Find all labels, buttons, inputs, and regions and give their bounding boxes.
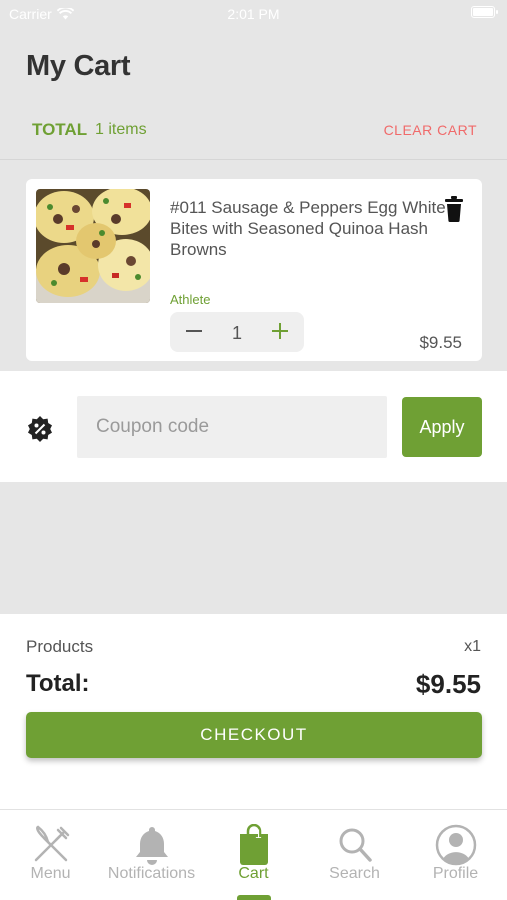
increase-quantity-button[interactable] [270, 321, 290, 341]
total-label: TOTAL [32, 120, 88, 139]
cart-total-row: TOTAL 1 items CLEAR CART [0, 116, 507, 144]
tab-bar: Menu Notifications 1 Cart Search Profile [0, 809, 507, 900]
checkout-button[interactable]: CHECKOUT [26, 712, 482, 758]
cart-badge-count: 1 [255, 827, 262, 841]
user-avatar-icon [435, 824, 477, 866]
meal-plan-label: Athlete [170, 292, 211, 307]
status-time: 2:01 PM [227, 6, 280, 22]
tab-search[interactable]: Search [304, 810, 405, 900]
egg-bites-photo [36, 189, 150, 303]
coupon-code-input[interactable] [77, 396, 387, 458]
shopping-bag-icon [233, 823, 275, 866]
tab-notifications-label: Notifications [107, 865, 196, 882]
trash-icon[interactable] [443, 196, 465, 222]
search-icon [334, 824, 376, 866]
tab-notifications[interactable]: Notifications [101, 810, 202, 900]
coupon-section: Apply [0, 371, 507, 482]
apply-coupon-button[interactable]: Apply [402, 397, 482, 457]
tab-cart[interactable]: 1 Cart [203, 810, 304, 900]
status-bar: Carrier 2:01 PM [0, 0, 507, 28]
tab-menu[interactable]: Menu [0, 810, 101, 900]
item-price: $9.55 [419, 333, 462, 352]
fork-knife-icon [30, 824, 72, 866]
battery-icon [471, 6, 498, 18]
tab-profile-label: Profile [432, 865, 479, 882]
products-label: Products [26, 637, 94, 656]
active-tab-indicator [237, 895, 271, 900]
order-summary: Products x1 Total: $9.55 CHECKOUT [0, 614, 507, 810]
bell-icon [131, 824, 173, 866]
item-name: #011 Sausage & Peppers Egg White Bites w… [170, 198, 446, 259]
discount-badge-icon [26, 415, 54, 443]
tab-search-label: Search [329, 865, 380, 882]
tab-profile[interactable]: Profile [405, 810, 506, 900]
tab-menu-label: Menu [30, 865, 71, 882]
tab-cart-label: Cart [238, 865, 269, 882]
total-title: Total: [26, 670, 90, 697]
quantity-stepper: 1 [170, 312, 304, 352]
clear-cart-button[interactable]: CLEAR CART [384, 122, 477, 138]
products-count: x1 [464, 638, 481, 655]
cart-item-card: #011 Sausage & Peppers Egg White Bites w… [26, 179, 482, 361]
total-value: $9.55 [415, 669, 481, 699]
divider [0, 159, 507, 160]
item-count: 1 items [95, 121, 147, 138]
page-title: My Cart [26, 50, 131, 82]
